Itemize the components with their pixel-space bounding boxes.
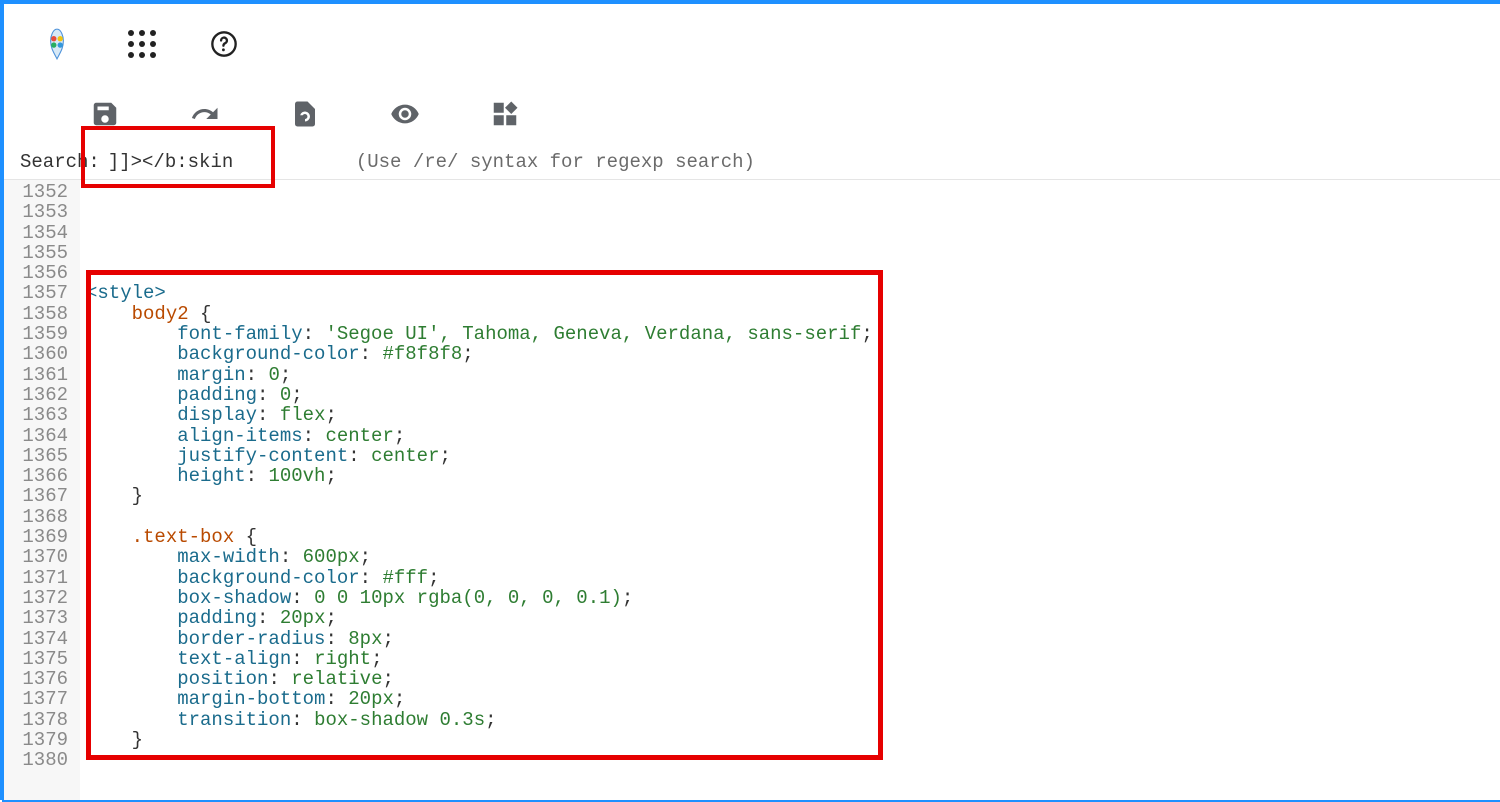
code-line: max-width: 600px; (86, 547, 1500, 567)
help-icon[interactable] (210, 30, 238, 58)
code-line: padding: 20px; (86, 608, 1500, 628)
redo-button[interactable] (190, 99, 220, 129)
code-line: background-color: #f8f8f8; (86, 344, 1500, 364)
line-number-gutter: 1352135313541355135613571358135913601361… (4, 180, 80, 800)
code-line: display: flex; (86, 405, 1500, 425)
code-line: margin-bottom: 20px; (86, 689, 1500, 709)
search-bar: Search: (Use /re/ syntax for regexp sear… (4, 144, 1500, 180)
line-number: 1354 (4, 223, 68, 243)
line-number: 1356 (4, 263, 68, 283)
line-number: 1370 (4, 547, 68, 567)
code-line (86, 223, 1500, 243)
code-line: justify-content: center; (86, 446, 1500, 466)
line-number: 1376 (4, 669, 68, 689)
editor-toolbar (4, 84, 1500, 144)
line-number: 1353 (4, 202, 68, 222)
code-line: transition: box-shadow 0.3s; (86, 710, 1500, 730)
line-number: 1358 (4, 304, 68, 324)
code-line: <style> (86, 283, 1500, 303)
code-line: background-color: #fff; (86, 568, 1500, 588)
line-number: 1374 (4, 629, 68, 649)
code-line: box-shadow: 0 0 10px rgba(0, 0, 0, 0.1); (86, 588, 1500, 608)
line-number: 1379 (4, 730, 68, 750)
code-line: } (86, 730, 1500, 750)
line-number: 1355 (4, 243, 68, 263)
code-area[interactable]: <style> body2 { font-family: 'Segoe UI',… (80, 180, 1500, 800)
search-input[interactable] (106, 150, 286, 174)
code-editor: 1352135313541355135613571358135913601361… (4, 180, 1500, 800)
save-button[interactable] (90, 99, 120, 129)
code-line: body2 { (86, 304, 1500, 324)
line-number: 1352 (4, 182, 68, 202)
line-number: 1366 (4, 466, 68, 486)
app-header (4, 4, 1500, 84)
code-line (86, 263, 1500, 283)
code-line (86, 750, 1500, 770)
line-number: 1361 (4, 365, 68, 385)
search-hint: (Use /re/ syntax for regexp search) (356, 151, 755, 173)
revert-button[interactable] (290, 99, 320, 129)
code-line (86, 243, 1500, 263)
line-number: 1367 (4, 486, 68, 506)
code-line: margin: 0; (86, 365, 1500, 385)
code-line: font-family: 'Segoe UI', Tahoma, Geneva,… (86, 324, 1500, 344)
code-line (86, 202, 1500, 222)
line-number: 1371 (4, 568, 68, 588)
code-line (86, 182, 1500, 202)
line-number: 1375 (4, 649, 68, 669)
line-number: 1362 (4, 385, 68, 405)
preview-button[interactable] (390, 99, 420, 129)
code-line: .text-box { (86, 527, 1500, 547)
line-number: 1359 (4, 324, 68, 344)
code-line: align-items: center; (86, 426, 1500, 446)
code-line: border-radius: 8px; (86, 629, 1500, 649)
code-line: padding: 0; (86, 385, 1500, 405)
code-line: height: 100vh; (86, 466, 1500, 486)
code-line: } (86, 486, 1500, 506)
line-number: 1372 (4, 588, 68, 608)
code-line: position: relative; (86, 669, 1500, 689)
code-line (86, 507, 1500, 527)
line-number: 1368 (4, 507, 68, 527)
apps-menu-icon[interactable] (128, 30, 156, 58)
code-line: text-align: right; (86, 649, 1500, 669)
line-number: 1364 (4, 426, 68, 446)
line-number: 1373 (4, 608, 68, 628)
line-number: 1357 (4, 283, 68, 303)
line-number: 1360 (4, 344, 68, 364)
search-label: Search: (20, 151, 100, 173)
widgets-button[interactable] (490, 99, 520, 129)
line-number: 1377 (4, 689, 68, 709)
line-number: 1369 (4, 527, 68, 547)
line-number: 1363 (4, 405, 68, 425)
line-number: 1365 (4, 446, 68, 466)
blogger-logo-icon[interactable] (40, 27, 74, 61)
line-number: 1378 (4, 710, 68, 730)
line-number: 1380 (4, 750, 68, 770)
